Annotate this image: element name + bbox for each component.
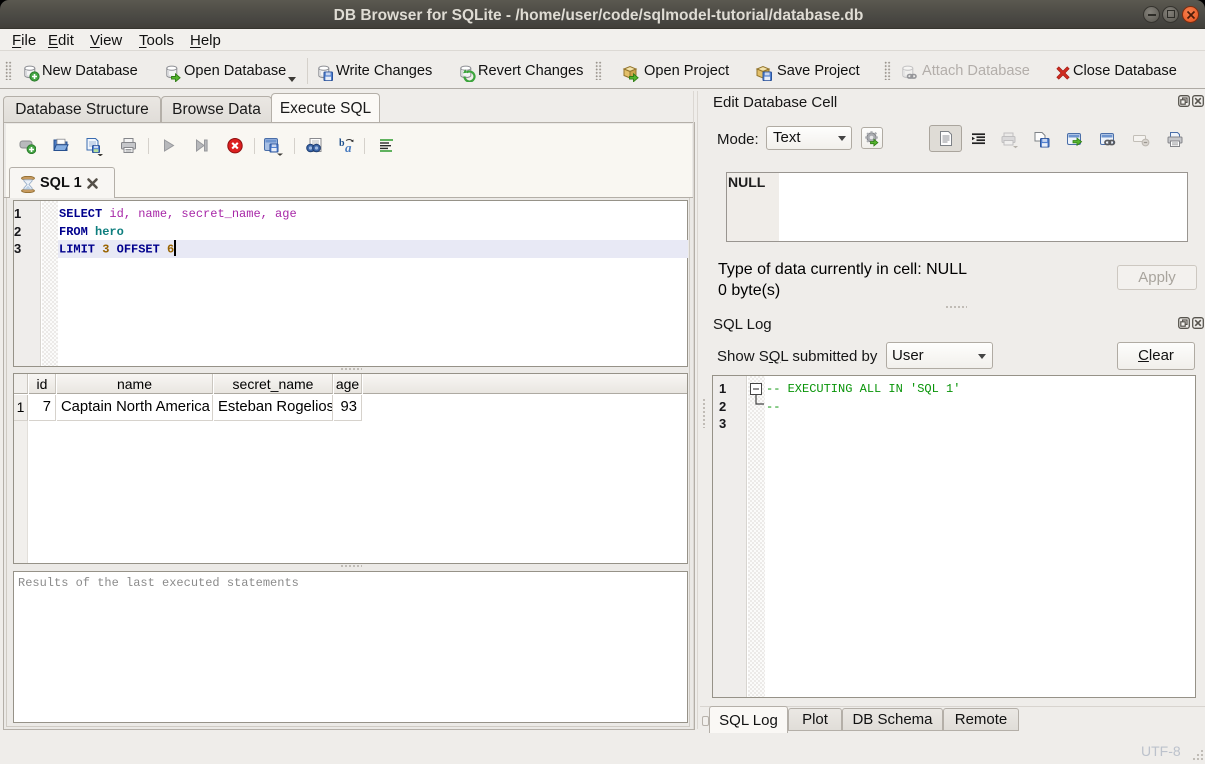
svg-text:a: a	[345, 140, 352, 154]
